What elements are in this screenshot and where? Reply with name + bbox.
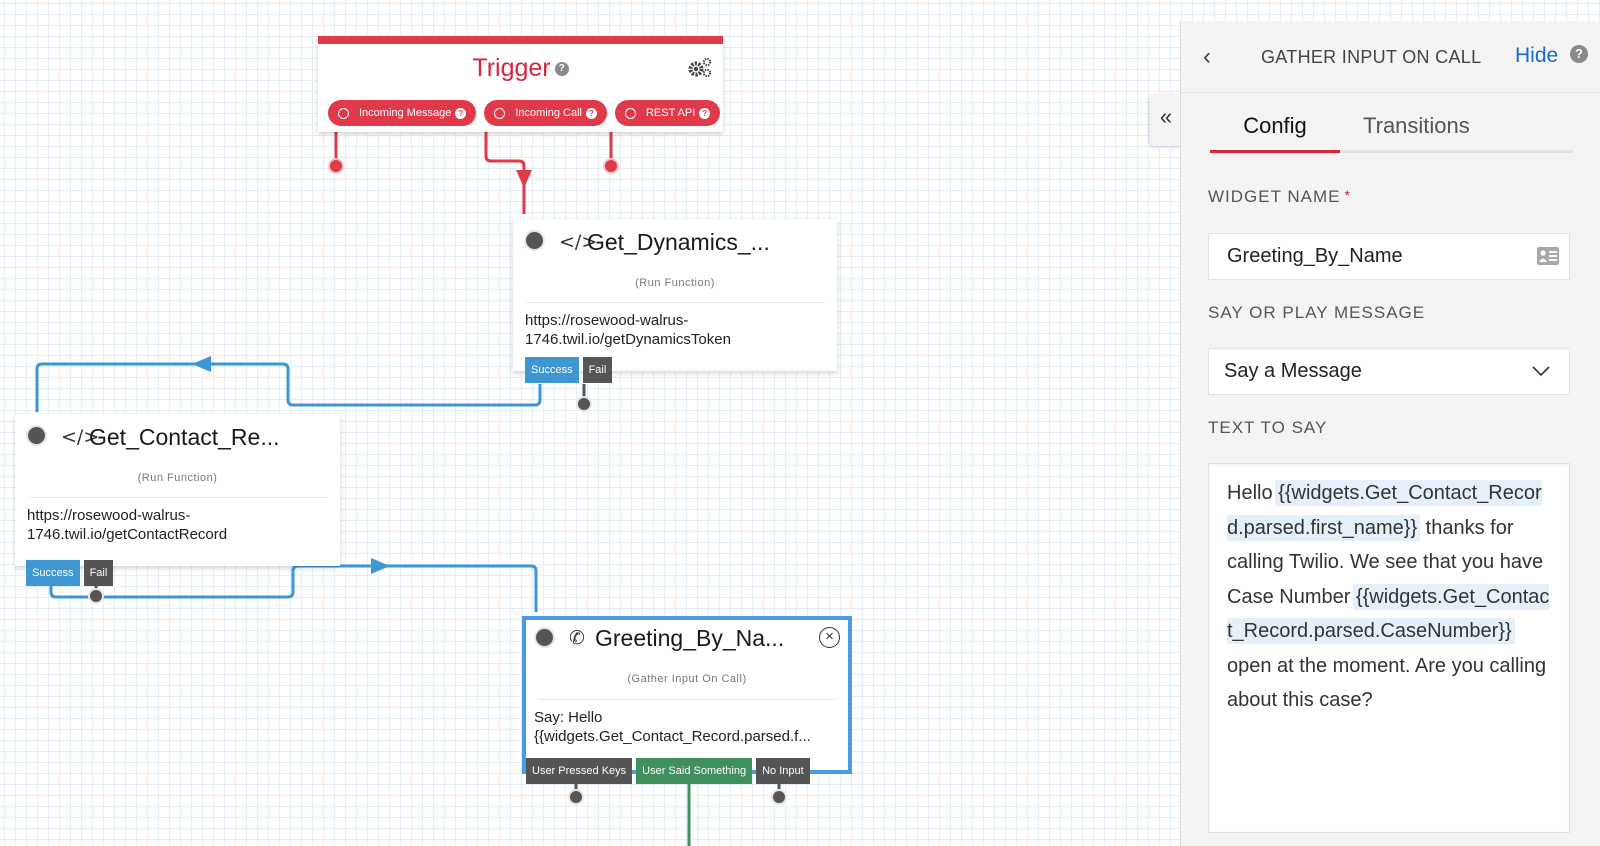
transition-success[interactable]: Success [26, 560, 80, 586]
pill-incoming-call[interactable]: Incoming Call ? [484, 100, 607, 126]
widget-name-input[interactable]: Greeting_By_Name [1208, 233, 1570, 280]
trigger-title-text: Trigger [472, 54, 551, 82]
label-text: WIDGET NAME [1208, 187, 1341, 206]
pill-label: Incoming Call [515, 107, 582, 119]
divider [525, 302, 825, 303]
endpoint-contact-fail [88, 588, 104, 604]
endpoint-incoming-message [328, 158, 344, 174]
transition-tags: Success Fail [26, 560, 114, 586]
trigger-title: Trigger? [318, 54, 723, 83]
text-segment: open at the moment. Are you calling abou… [1227, 654, 1547, 712]
transition-user-said-something[interactable]: User Said Something [636, 758, 753, 784]
panel-header: ‹ GATHER INPUT ON CALL Hide ? [1181, 21, 1600, 93]
required-mark: * [1344, 187, 1351, 203]
trigger-pills: Incoming Message ? Incoming Call ? REST … [328, 100, 721, 126]
endpoint-pressed-keys [568, 789, 584, 805]
arrow-dynamics-success [192, 356, 211, 372]
back-chevron-icon[interactable]: ‹ [1203, 43, 1211, 71]
radio-ring-icon [624, 107, 636, 119]
trigger-widget[interactable]: Trigger? Incoming Message ? Incoming Cal… [318, 36, 723, 132]
say-or-play-label: SAY OR PLAY MESSAGE [1208, 303, 1426, 322]
input-port[interactable] [28, 427, 45, 444]
endpoint-rest-api [603, 158, 619, 174]
phone-icon: ✆ [569, 627, 585, 649]
widget-type: (Run Function) [635, 277, 715, 289]
help-icon[interactable]: ? [455, 107, 467, 119]
input-value: Greeting_By_Name [1227, 245, 1403, 267]
pill-label: Incoming Message [359, 107, 452, 119]
arrow-incoming-call [516, 170, 532, 188]
hide-link[interactable]: Hide [1515, 44, 1558, 68]
transition-success[interactable]: Success [525, 357, 579, 383]
radio-ring-icon [494, 107, 506, 119]
transition-no-input[interactable]: No Input [756, 758, 810, 784]
widget-title: Greeting_By_Na... [595, 625, 785, 651]
transition-fail[interactable]: Fail [83, 560, 114, 586]
divider [538, 699, 836, 700]
widget-title: Get_Contact_Re... [89, 424, 280, 450]
flow-canvas[interactable]: Trigger? Incoming Message ? Incoming Cal… [0, 0, 1160, 846]
endpoint-no-input [771, 789, 787, 805]
tab-config[interactable]: Config [1210, 113, 1340, 153]
widget-get-dynamics[interactable]: </> Get_Dynamics_... (Run Function) http… [513, 219, 837, 383]
input-port[interactable] [536, 629, 553, 646]
collapse-panel-button[interactable]: « [1150, 94, 1182, 146]
wire-contact-success [49, 564, 538, 612]
text-to-say-label: TEXT TO SAY [1208, 418, 1328, 437]
widget-name-label: WIDGET NAME * [1208, 187, 1351, 207]
widget-type: (Run Function) [137, 472, 218, 484]
arrow-contact-success [371, 558, 390, 574]
tab-transitions[interactable]: Transitions [1363, 113, 1470, 153]
transition-user-pressed-keys[interactable]: User Pressed Keys [526, 758, 633, 784]
pill-label: REST API [645, 107, 696, 119]
help-icon[interactable]: ? [699, 107, 711, 119]
transition-tags: User Pressed Keys User Said Something No… [526, 758, 810, 784]
input-port[interactable] [526, 232, 543, 249]
panel-tabs: Config Transitions [1210, 113, 1573, 153]
pill-rest-api[interactable]: REST API ? [614, 100, 721, 126]
config-panel: ‹ GATHER INPUT ON CALL Hide ? Config Tra… [1180, 21, 1600, 846]
text-segment: Hello [1227, 482, 1279, 504]
delete-widget-icon[interactable]: × [819, 627, 840, 648]
help-icon[interactable]: ? [554, 62, 569, 77]
pill-incoming-message[interactable]: Incoming Message ? [328, 100, 477, 126]
say-or-play-select[interactable]: Say a Message [1208, 348, 1570, 395]
transition-fail[interactable]: Fail [582, 357, 613, 383]
gears-icon[interactable] [687, 56, 713, 78]
wire-incoming-call [484, 118, 526, 214]
widget-type: (Gather Input On Call) [627, 673, 747, 685]
help-icon[interactable]: ? [585, 107, 597, 119]
widget-body: https://rosewood-walrus- 1746.twil.io/ge… [525, 312, 731, 348]
panel-title: GATHER INPUT ON CALL [1261, 47, 1482, 67]
transition-tags: Success Fail [525, 357, 613, 383]
widget-body: https://rosewood-walrus- 1746.twil.io/ge… [27, 507, 228, 543]
chevron-down-icon [1532, 366, 1550, 377]
contact-card-icon[interactable] [1537, 247, 1559, 265]
help-icon[interactable]: ? [1570, 45, 1588, 63]
radio-ring-icon [338, 107, 349, 119]
widget-body: Say: Hello {{widgets.Get_Contact_Record.… [534, 709, 811, 745]
select-value: Say a Message [1224, 360, 1362, 382]
double-chevron-left-icon: « [1159, 104, 1173, 129]
widget-title: Get_Dynamics_... [587, 229, 770, 255]
text-to-say-textarea[interactable]: Hello {{widgets.Get_Contact_Record.parse… [1208, 463, 1570, 833]
endpoint-dynamics-fail [576, 396, 592, 412]
widget-greeting-by-name[interactable]: ✆ Greeting_By_Na... × (Gather Input On C… [522, 616, 852, 784]
wire-dynamics-success [35, 362, 542, 412]
widget-get-contact-record[interactable]: </> Get_Contact_Re... (Run Function) htt… [15, 414, 340, 586]
divider [27, 497, 328, 498]
